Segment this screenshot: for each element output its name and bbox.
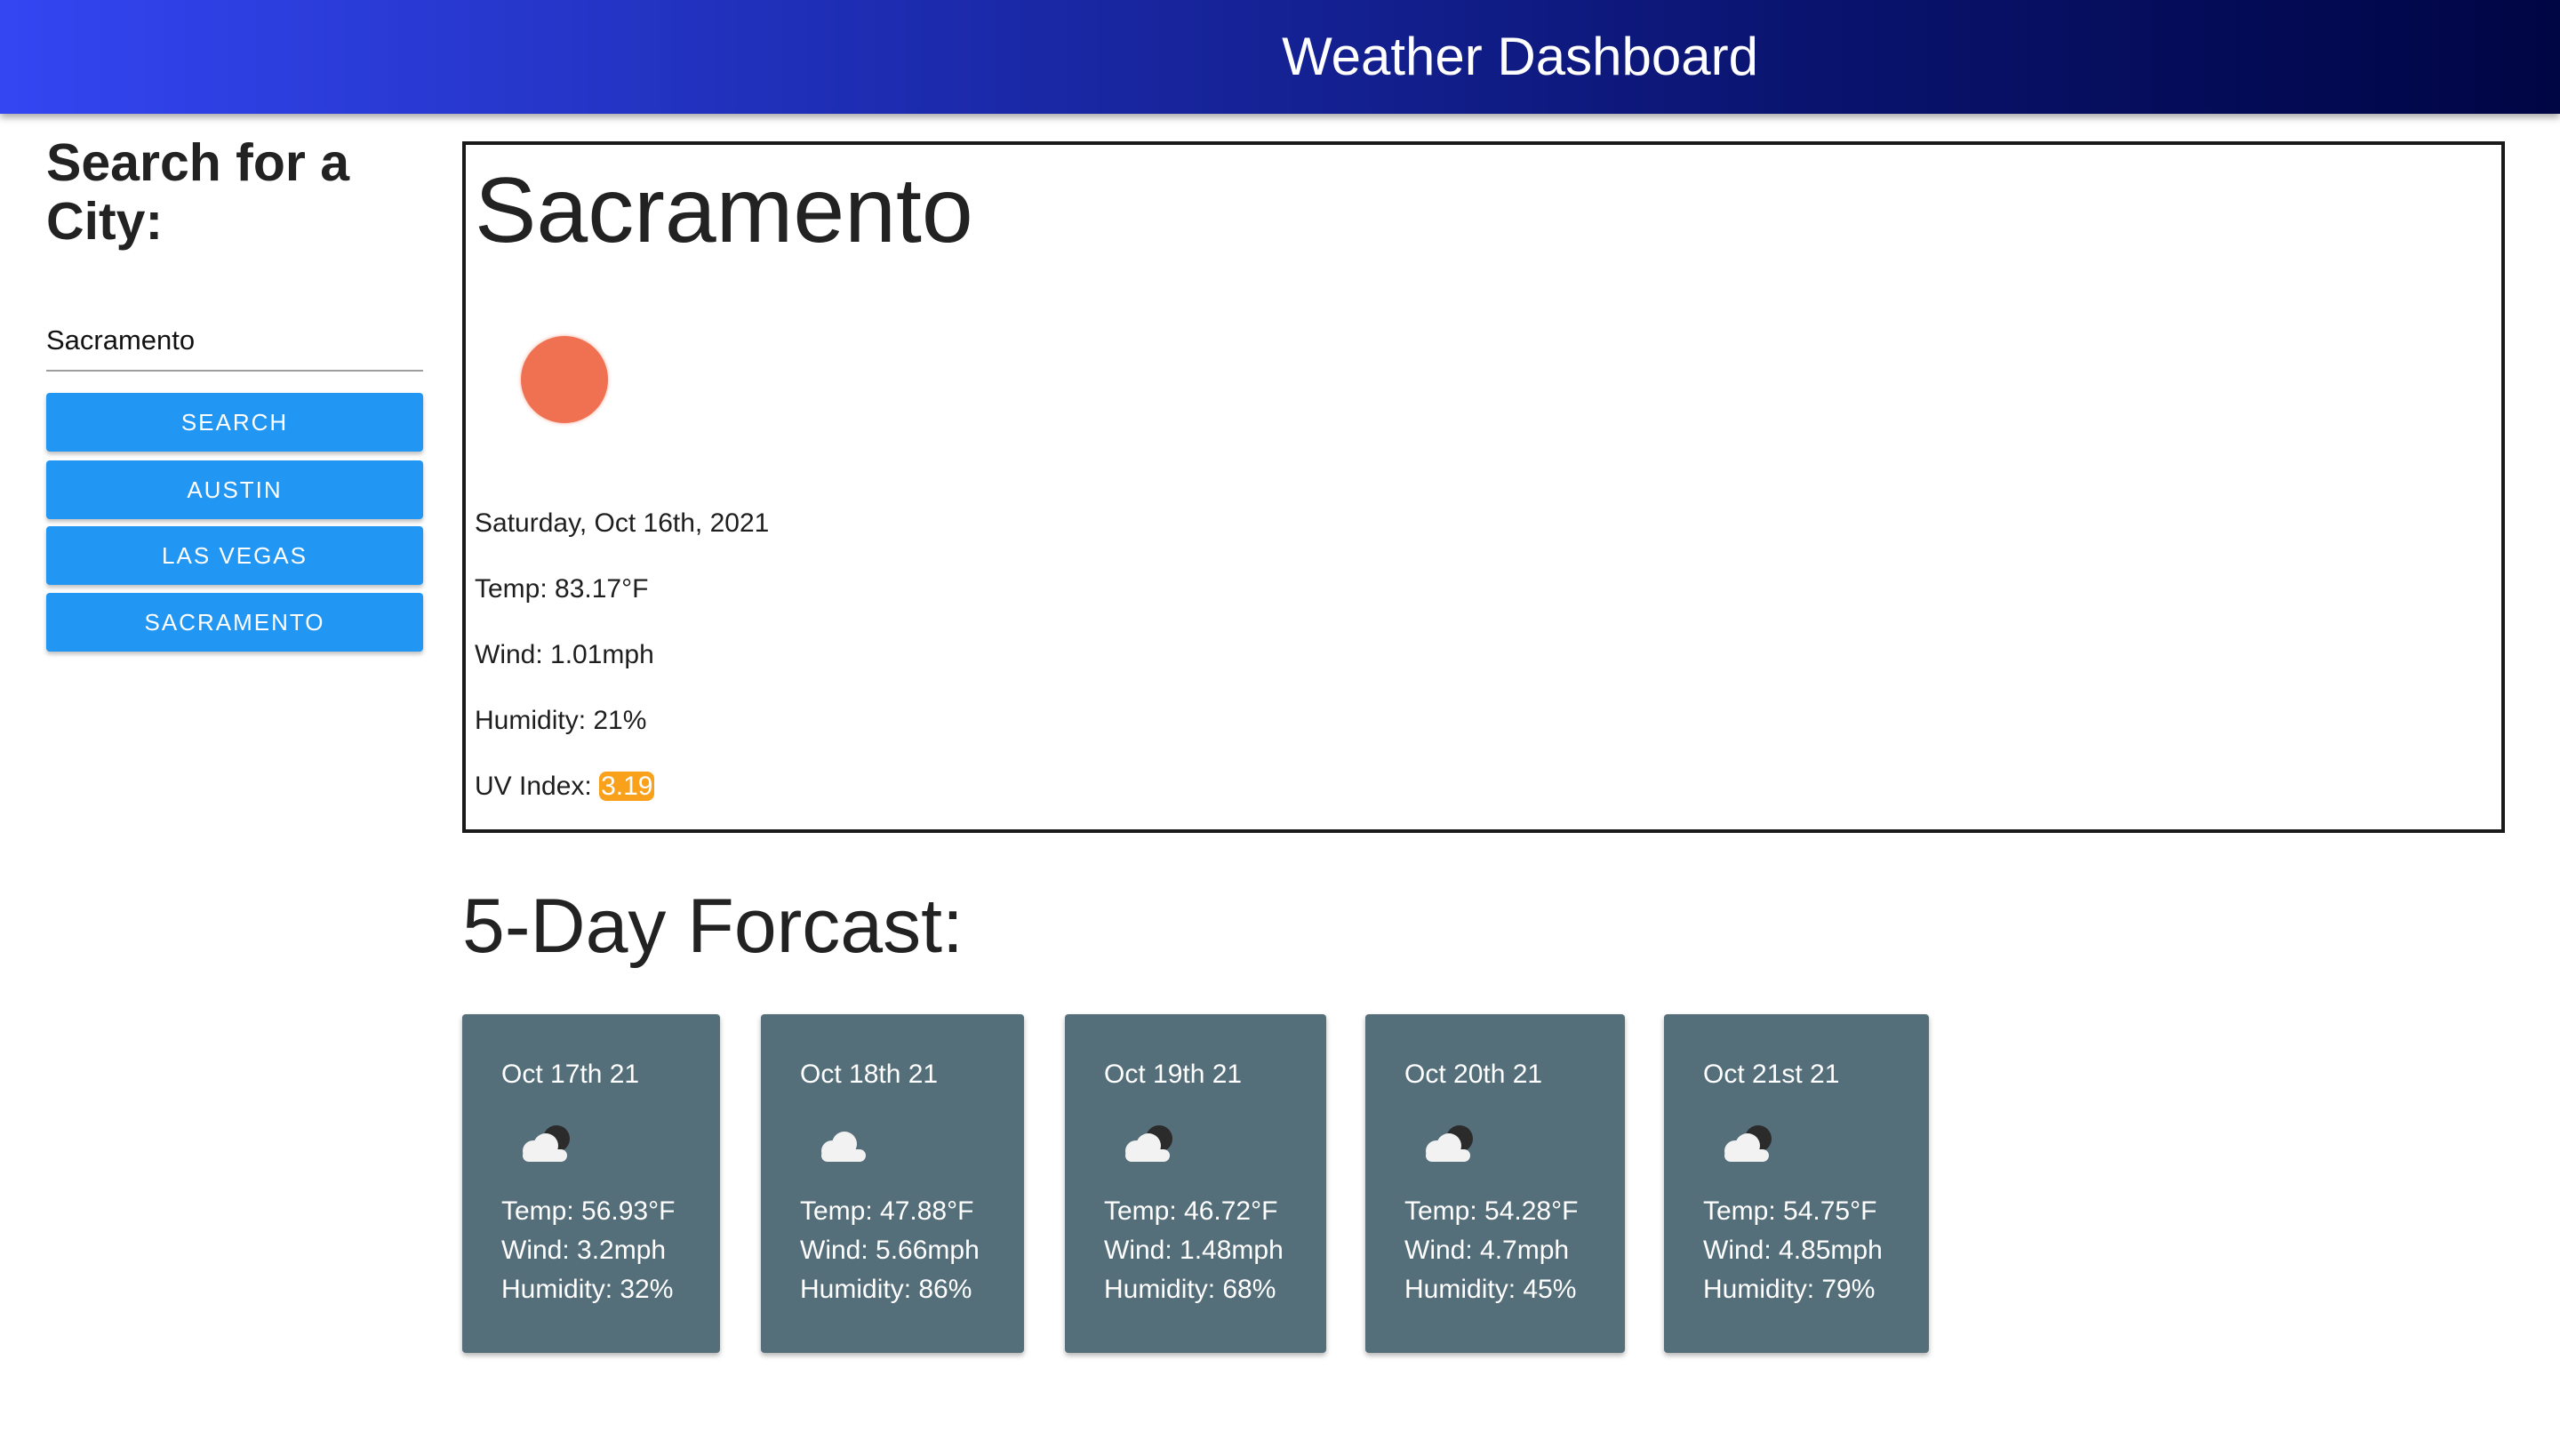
cloud-moon-icon bbox=[1724, 1125, 1772, 1162]
current-weather-panel: Sacramento Saturday, Oct 16th, 2021 Temp… bbox=[462, 141, 2505, 833]
city-search-input[interactable] bbox=[46, 311, 423, 372]
forecast-wind: Wind: 1.48mph bbox=[1104, 1236, 1284, 1265]
history-button-las-vegas[interactable]: LAS VEGAS bbox=[46, 526, 423, 585]
forecast-card: Oct 20th 21 Temp: 54.28°F Wind: 4.7mph H… bbox=[1365, 1014, 1625, 1353]
forecast-date: Oct 19th 21 bbox=[1104, 1060, 1243, 1089]
forecast-humidity: Humidity: 45% bbox=[1404, 1275, 1577, 1304]
sun-icon bbox=[521, 336, 608, 423]
current-wind: Wind: 1.01mph bbox=[475, 640, 654, 669]
current-temp: Temp: 83.17°F bbox=[475, 574, 649, 604]
forecast-wind: Wind: 4.7mph bbox=[1404, 1236, 1570, 1265]
forecast-humidity: Humidity: 86% bbox=[800, 1275, 972, 1304]
forecast-heading: 5-Day Forcast: bbox=[462, 884, 964, 969]
forecast-temp: Temp: 56.93°F bbox=[501, 1196, 676, 1226]
forecast-card: Oct 17th 21 Temp: 56.93°F Wind: 3.2mph H… bbox=[462, 1014, 720, 1353]
forecast-card: Oct 21st 21 Temp: 54.75°F Wind: 4.85mph … bbox=[1664, 1014, 1929, 1353]
forecast-humidity: Humidity: 32% bbox=[501, 1275, 674, 1304]
forecast-temp: Temp: 47.88°F bbox=[800, 1196, 974, 1226]
header-bar: Weather Dashboard bbox=[0, 0, 2560, 114]
current-date: Saturday, Oct 16th, 2021 bbox=[475, 508, 770, 538]
history-button-austin[interactable]: AUSTIN bbox=[46, 460, 423, 519]
forecast-temp: Temp: 46.72°F bbox=[1104, 1196, 1278, 1226]
forecast-humidity: Humidity: 79% bbox=[1703, 1275, 1876, 1304]
cloud-icon bbox=[821, 1132, 866, 1162]
forecast-wind: Wind: 5.66mph bbox=[800, 1236, 980, 1265]
forecast-wind: Wind: 3.2mph bbox=[501, 1236, 667, 1265]
current-humidity: Humidity: 21% bbox=[475, 706, 647, 735]
search-sidebar: Search for a City: SEARCH AUSTIN LAS VEG… bbox=[46, 133, 423, 652]
forecast-temp: Temp: 54.28°F bbox=[1404, 1196, 1579, 1226]
uv-label: UV Index: bbox=[475, 772, 600, 801]
uv-index-badge: 3.19 bbox=[599, 772, 655, 801]
forecast-temp: Temp: 54.75°F bbox=[1703, 1196, 1877, 1226]
cloud-moon-icon bbox=[523, 1125, 570, 1162]
cloud-moon-icon bbox=[1125, 1125, 1172, 1162]
forecast-humidity: Humidity: 68% bbox=[1104, 1275, 1276, 1304]
current-city-name: Sacramento bbox=[475, 159, 973, 262]
current-uv: UV Index: 3.19 bbox=[475, 769, 655, 804]
forecast-wind: Wind: 4.85mph bbox=[1703, 1236, 1883, 1265]
history-button-sacramento[interactable]: SACRAMENTO bbox=[46, 593, 423, 652]
forecast-date: Oct 18th 21 bbox=[800, 1060, 939, 1089]
search-button[interactable]: SEARCH bbox=[46, 393, 423, 452]
forecast-card: Oct 19th 21 Temp: 46.72°F Wind: 1.48mph … bbox=[1065, 1014, 1326, 1353]
cloud-moon-icon bbox=[1426, 1125, 1473, 1162]
forecast-date: Oct 17th 21 bbox=[501, 1060, 640, 1089]
app-title: Weather Dashboard bbox=[1282, 27, 1758, 86]
forecast-date: Oct 21st 21 bbox=[1703, 1060, 1840, 1089]
forecast-card: Oct 18th 21 Temp: 47.88°F Wind: 5.66mph … bbox=[761, 1014, 1024, 1353]
search-heading: Search for a City: bbox=[46, 133, 350, 251]
forecast-date: Oct 20th 21 bbox=[1404, 1060, 1543, 1089]
